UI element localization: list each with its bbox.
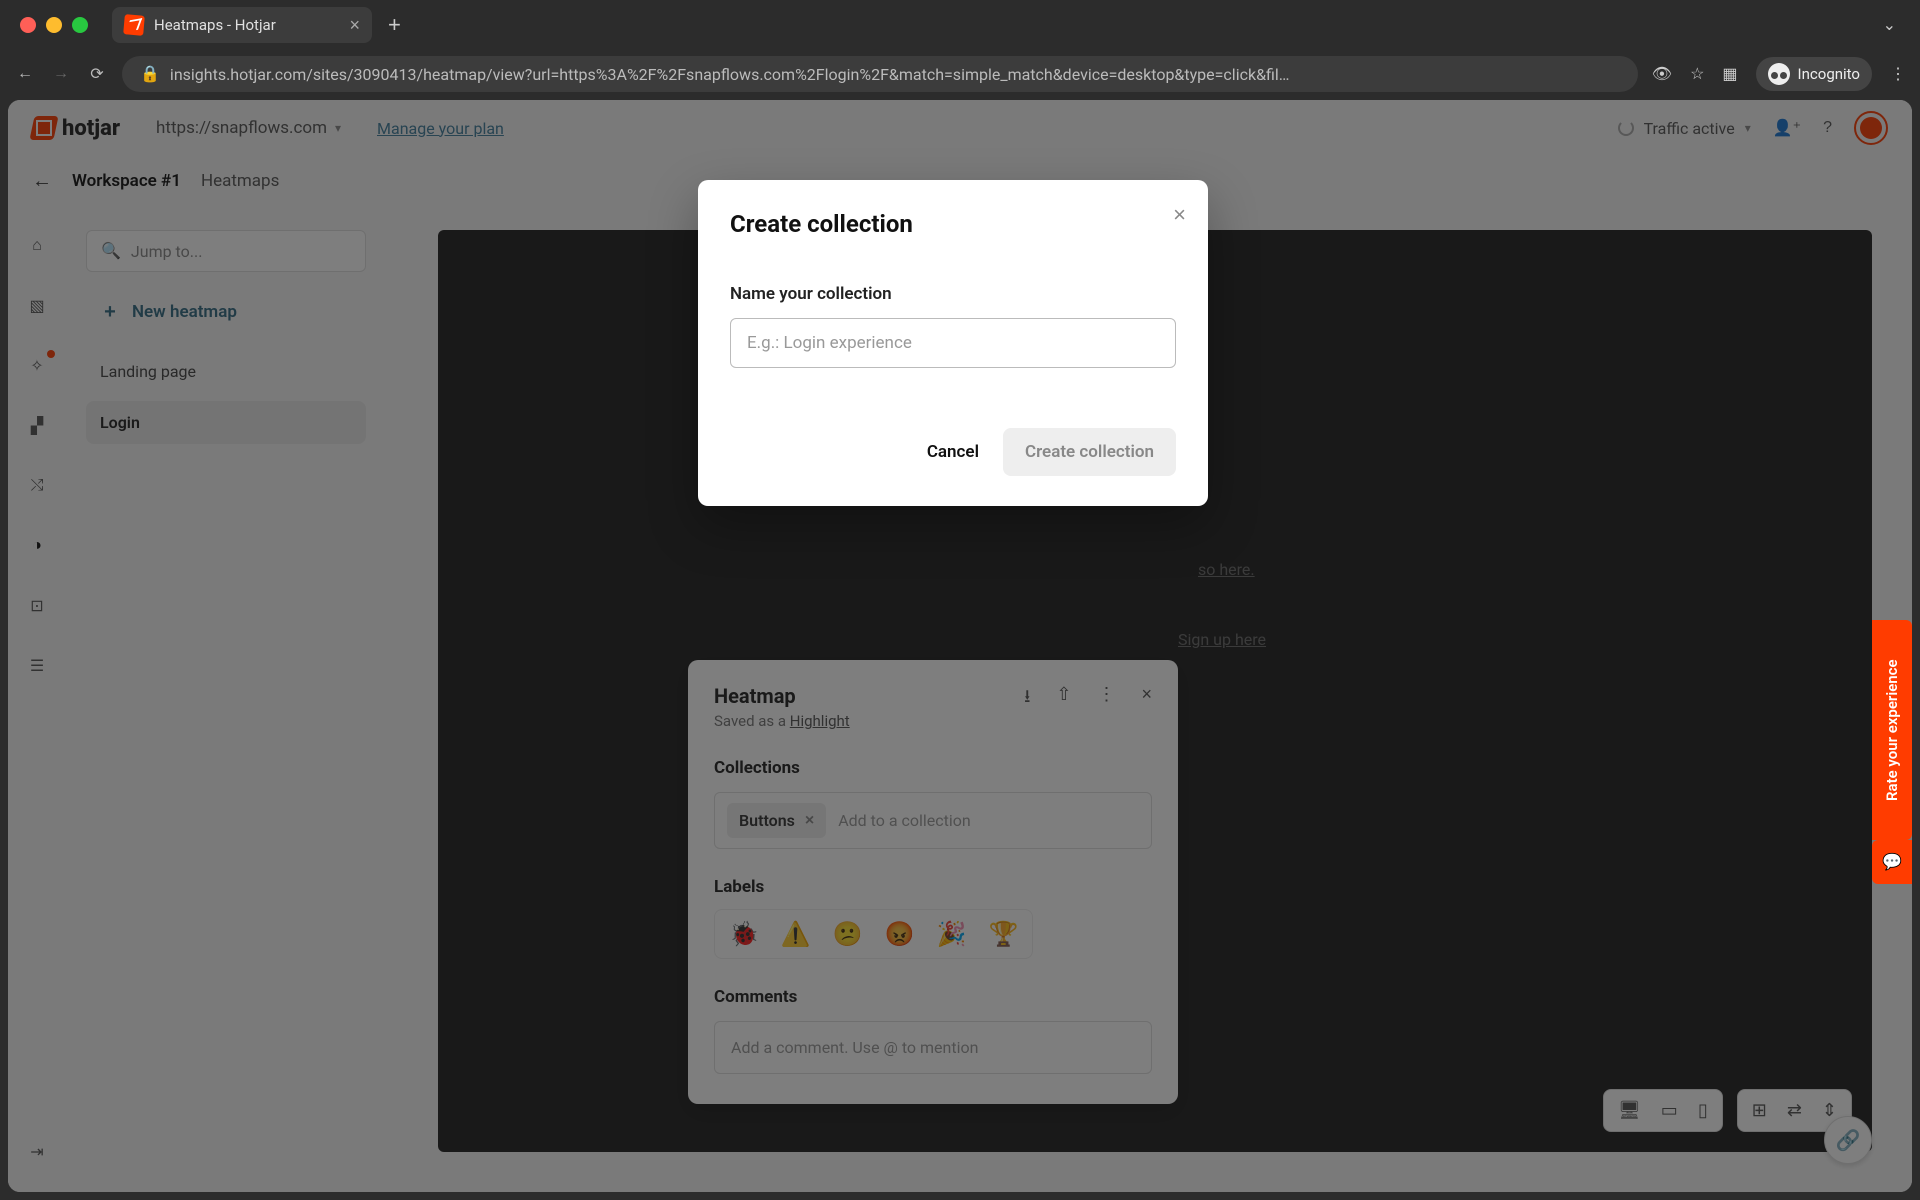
nav-reload-icon[interactable]: ⟳ <box>86 64 108 84</box>
tab-close-icon[interactable]: × <box>349 15 360 36</box>
incognito-badge: Incognito <box>1756 57 1872 91</box>
window-close-icon[interactable] <box>20 17 36 33</box>
star-icon[interactable]: ☆ <box>1690 64 1704 84</box>
create-collection-button[interactable]: Create collection <box>1003 428 1176 476</box>
browser-chrome: Heatmaps - Hotjar × + ⌄ ← → ⟳ 🔒 insights… <box>0 0 1920 98</box>
field-label: Name your collection <box>730 284 1176 304</box>
modal-close-icon[interactable]: × <box>1173 202 1186 228</box>
new-tab-button[interactable]: + <box>380 12 409 38</box>
window-controls[interactable] <box>20 17 88 33</box>
nav-forward-icon: → <box>50 65 72 83</box>
kebab-menu-icon[interactable]: ⋮ <box>1890 64 1906 84</box>
nav-back-icon[interactable]: ← <box>14 65 36 83</box>
eye-off-icon[interactable]: 👁 <box>1652 64 1672 84</box>
url-field[interactable]: 🔒 insights.hotjar.com/sites/3090413/heat… <box>122 56 1638 92</box>
chevron-down-icon[interactable]: ⌄ <box>1883 15 1896 35</box>
browser-tab[interactable]: Heatmaps - Hotjar × <box>112 7 372 43</box>
hotjar-favicon-icon <box>123 14 145 36</box>
window-zoom-icon[interactable] <box>72 17 88 33</box>
tab-title: Heatmaps - Hotjar <box>154 16 276 34</box>
url-text: insights.hotjar.com/sites/3090413/heatma… <box>170 65 1290 84</box>
feedback-bubble-icon[interactable]: 💬 <box>1872 840 1912 884</box>
rate-experience-tab[interactable]: Rate your experience <box>1872 620 1912 840</box>
address-bar: ← → ⟳ 🔒 insights.hotjar.com/sites/309041… <box>0 50 1920 98</box>
create-collection-modal: × Create collection Name your collection… <box>698 180 1208 506</box>
window-minimize-icon[interactable] <box>46 17 62 33</box>
lock-icon: 🔒 <box>140 64 160 84</box>
collection-name-input[interactable] <box>730 318 1176 368</box>
incognito-icon <box>1768 63 1790 85</box>
incognito-label: Incognito <box>1798 65 1860 83</box>
extensions-icon[interactable]: ▦ <box>1722 64 1737 84</box>
modal-title: Create collection <box>730 210 1176 238</box>
tab-bar: Heatmaps - Hotjar × + ⌄ <box>0 0 1920 50</box>
app-viewport: hotjar https://snapflows.com ▾ Manage yo… <box>8 100 1912 1192</box>
cancel-button[interactable]: Cancel <box>927 442 979 462</box>
